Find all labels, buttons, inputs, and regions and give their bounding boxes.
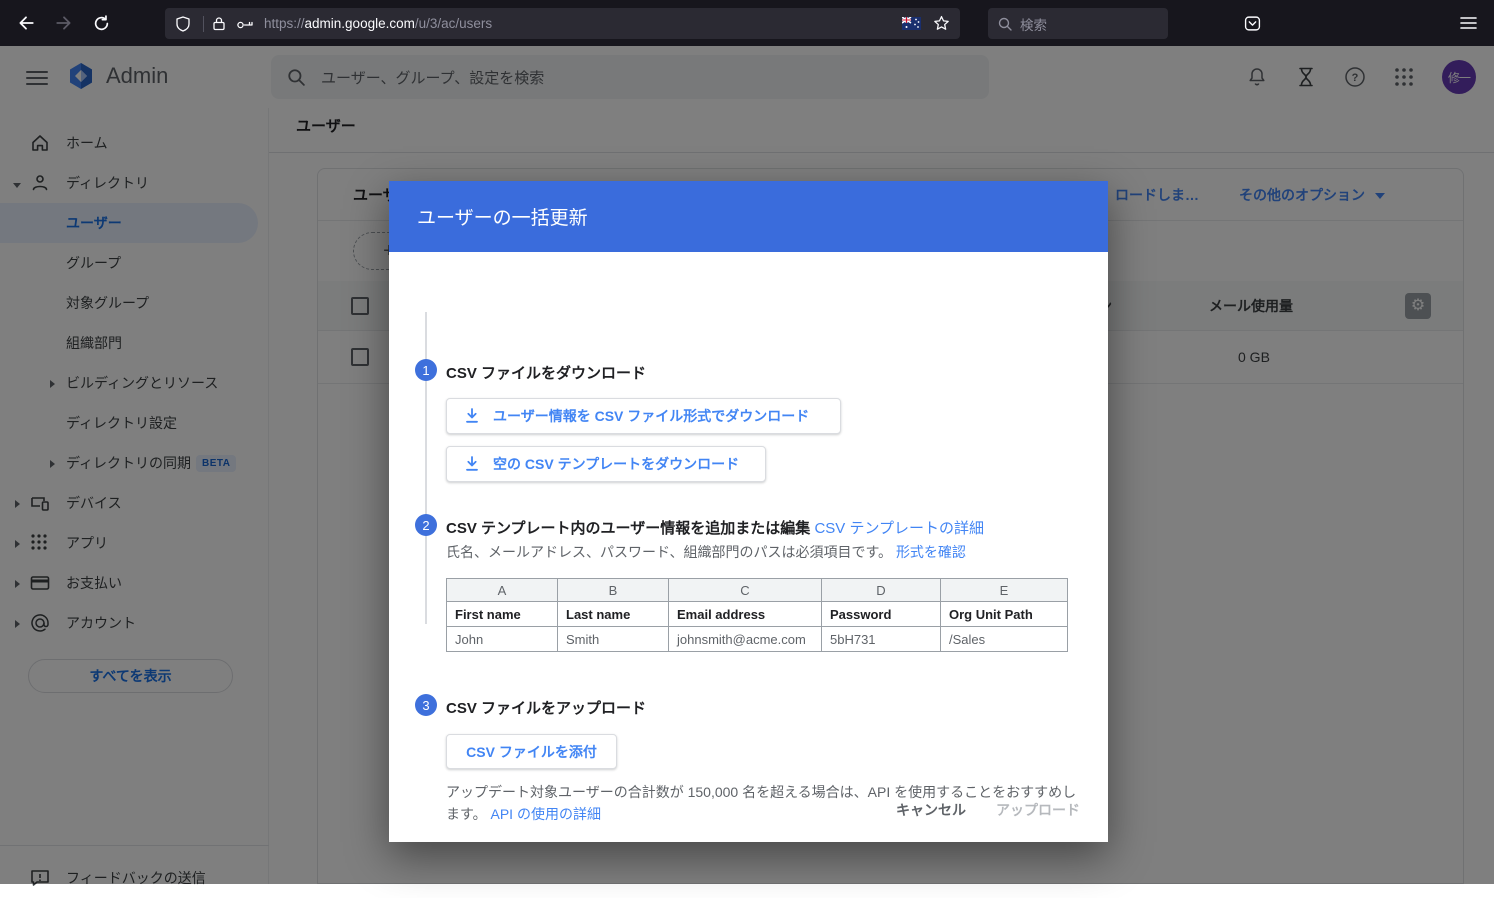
back-icon[interactable] bbox=[14, 11, 38, 35]
step-2-subtitle: 氏名、メールアドレス、パスワード、組織部門のパスは必須項目です。 形式を確認 bbox=[446, 542, 966, 562]
search-icon bbox=[998, 17, 1012, 31]
col-letter: D bbox=[822, 579, 941, 602]
upload-button[interactable]: アップロード bbox=[996, 800, 1080, 820]
step-3-badge: 3 bbox=[415, 694, 437, 716]
reload-icon[interactable] bbox=[89, 11, 113, 35]
table-row: John Smith johnsmith@acme.com 5bH731 /Sa… bbox=[447, 627, 1068, 652]
check-format-link[interactable]: 形式を確認 bbox=[896, 544, 966, 560]
step-1-title: CSV ファイルをダウンロード bbox=[446, 362, 646, 383]
download-template-csv-button[interactable]: 空の CSV テンプレートをダウンロード bbox=[446, 446, 766, 482]
browser-toolbar: https://admin.google.com/u/3/ac/users 検索 bbox=[0, 0, 1494, 46]
download-icon bbox=[463, 455, 481, 473]
forward-icon[interactable] bbox=[52, 11, 76, 35]
field-value: /Sales bbox=[941, 627, 1068, 652]
australia-flag-icon[interactable] bbox=[902, 17, 921, 30]
dialog-header: ユーザーの一括更新 bbox=[389, 181, 1108, 252]
bookmark-star-icon[interactable] bbox=[933, 15, 950, 32]
field-value: 5bH731 bbox=[822, 627, 941, 652]
step-2-badge: 2 bbox=[415, 514, 437, 536]
csv-example-table: A B C D E First name Last name Email add… bbox=[446, 578, 1068, 652]
field-value: John bbox=[447, 627, 558, 652]
lock-icon[interactable] bbox=[212, 16, 226, 31]
bulk-update-users-dialog: ユーザーの一括更新 1 CSV ファイルをダウンロード ユーザー情報を CSV … bbox=[389, 181, 1108, 842]
table-row: A B C D E bbox=[447, 579, 1068, 602]
download-users-csv-button[interactable]: ユーザー情報を CSV ファイル形式でダウンロード bbox=[446, 398, 841, 434]
shield-icon[interactable] bbox=[175, 16, 191, 32]
step-2-title: CSV テンプレート内のユーザー情報を追加または編集 CSV テンプレートの詳細 bbox=[446, 517, 984, 538]
step-1-badge: 1 bbox=[415, 359, 437, 381]
divider bbox=[203, 16, 204, 32]
step-3-title: CSV ファイルをアップロード bbox=[446, 697, 646, 718]
col-letter: B bbox=[558, 579, 669, 602]
table-row: First name Last name Email address Passw… bbox=[447, 602, 1068, 627]
dialog-title: ユーザーの一括更新 bbox=[417, 203, 588, 230]
browser-search-field[interactable]: 検索 bbox=[988, 8, 1168, 39]
attach-csv-button[interactable]: CSV ファイルを添付 bbox=[446, 734, 617, 769]
pocket-icon[interactable] bbox=[1240, 11, 1264, 35]
col-letter: A bbox=[447, 579, 558, 602]
field-header: Org Unit Path bbox=[941, 602, 1068, 627]
field-value: johnsmith@acme.com bbox=[669, 627, 822, 652]
csv-template-details-link[interactable]: CSV テンプレートの詳細 bbox=[814, 520, 984, 537]
menu-icon[interactable] bbox=[1456, 11, 1480, 35]
permissions-icon[interactable] bbox=[236, 17, 254, 31]
browser-search-placeholder: 検索 bbox=[1020, 14, 1047, 34]
download-icon bbox=[463, 407, 481, 425]
field-value: Smith bbox=[558, 627, 669, 652]
field-header: Password bbox=[822, 602, 941, 627]
col-letter: C bbox=[669, 579, 822, 602]
field-header: Last name bbox=[558, 602, 669, 627]
field-header: Email address bbox=[669, 602, 822, 627]
url-bar[interactable]: https://admin.google.com/u/3/ac/users bbox=[165, 8, 960, 39]
url-text: https://admin.google.com/u/3/ac/users bbox=[264, 16, 902, 31]
col-letter: E bbox=[941, 579, 1068, 602]
cancel-button[interactable]: キャンセル bbox=[896, 800, 966, 820]
field-header: First name bbox=[447, 602, 558, 627]
